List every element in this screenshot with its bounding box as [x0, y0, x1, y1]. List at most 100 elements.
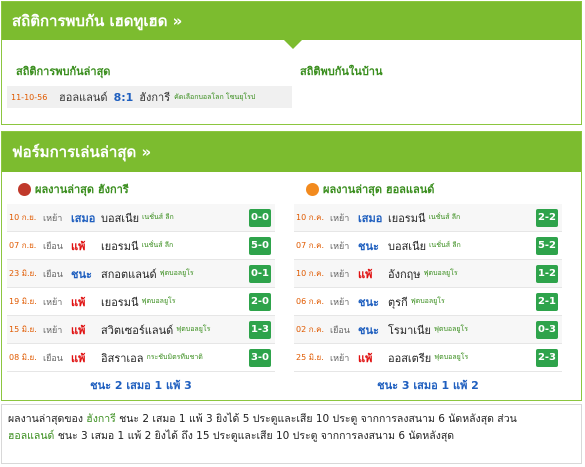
result-row[interactable]: 02 ก.ค. เยือน ชนะ โรมาเนีย ฟุตบอลยูโร 0-3	[294, 316, 562, 344]
result-label: ชนะ	[358, 295, 379, 309]
score-badge: 3-0	[249, 349, 271, 367]
result-row[interactable]: 10 ก.ย. เหย้า เสมอ บอสเนีย เนชั่นส์ ลีก 0-0	[7, 204, 275, 232]
note-team-link[interactable]: ฮอลแลนด์	[8, 430, 54, 442]
match-date: 15 มิ.ย.	[9, 325, 37, 334]
result-label: ชนะ	[71, 267, 92, 281]
note-text: ชนะ 2 เสมอ 1 แพ้ 3 ยิงได้ 5 ประตูและเสีย…	[115, 413, 517, 425]
league-name: ฟุตบอลยูโร	[159, 269, 194, 277]
result-label: แพ้	[71, 323, 86, 337]
venue: เหย้า	[43, 325, 63, 336]
match-score: 8:1	[113, 90, 134, 104]
away-team[interactable]: ฮังการี	[139, 88, 170, 106]
opponent-team[interactable]: เยอรมนี	[101, 237, 139, 255]
match-date: 08 มิ.ย.	[9, 353, 37, 362]
result-row[interactable]: 15 มิ.ย. เหย้า แพ้ สวิตเซอร์แลนด์ ฟุตบอลยูโร…	[7, 316, 275, 344]
venue: เหย้า	[330, 241, 350, 252]
score-badge: 0-0	[249, 209, 271, 227]
venue: เหย้า	[330, 269, 350, 280]
team-badge-icon	[18, 182, 31, 196]
result-row[interactable]: 23 มิ.ย. เยือน ชนะ สกอตแลนด์ ฟุตบอลยูโร 0-1	[7, 260, 275, 288]
latest-h2h-label[interactable]: สถิติการพบกันล่าสุด	[16, 62, 110, 80]
venue: เหย้า	[330, 297, 350, 308]
opponent-team[interactable]: อังกฤษ	[388, 265, 421, 283]
score-badge: 5-0	[249, 237, 271, 255]
home-h2h-label[interactable]: สถิติพบกันในบ้าน	[300, 62, 383, 80]
result-row[interactable]: 10 ก.ค. เหย้า เสมอ เยอรมนี เนชั่นส์ ลีก 2-2	[294, 204, 562, 232]
score-badge: 0-3	[536, 321, 558, 339]
league-name: ฟุตบอลยูโร	[141, 297, 176, 305]
result-label: เสมอ	[358, 211, 383, 225]
result-label: แพ้	[71, 351, 86, 365]
h2h-header[interactable]: สถิติการพบกัน เฮดทูเฮด »	[2, 2, 581, 49]
match-date: 07 ก.ค.	[296, 241, 325, 250]
match-date: 11-10-56	[11, 92, 48, 102]
venue: เยือน	[43, 353, 63, 364]
result-label: เสมอ	[71, 211, 96, 225]
score-badge: 1-2	[536, 265, 558, 283]
left-results-list: 10 ก.ย. เหย้า เสมอ บอสเนีย เนชั่นส์ ลีก 0-0 07…	[7, 204, 275, 372]
match-date: 19 มิ.ย.	[9, 297, 37, 306]
opponent-team[interactable]: สวิตเซอร์แลนด์	[101, 321, 173, 339]
opponent-team[interactable]: เยอรมนี	[101, 293, 139, 311]
result-row[interactable]: 06 ก.ค. เหย้า ชนะ ตุรกี ฟุตบอลยูโร 2-1	[294, 288, 562, 316]
result-label: ชนะ	[358, 323, 379, 337]
match-league: คัดเลือกบอลโลก โซนยุโรป	[174, 92, 256, 101]
result-row[interactable]: 08 มิ.ย. เยือน แพ้ อิสราเอล กระชับมิตรทีมชาต…	[7, 344, 275, 372]
venue: เยือน	[43, 269, 63, 280]
result-label: แพ้	[71, 239, 86, 253]
right-team-heading[interactable]: ผลงานล่าสุด ฮอลแลนด์	[306, 180, 434, 198]
match-date: 23 มิ.ย.	[9, 269, 37, 278]
score-badge: 5-2	[536, 237, 558, 255]
opponent-team[interactable]: บอสเนีย	[101, 209, 139, 227]
form-header[interactable]: ฟอร์มการเล่นล่าสุด »	[2, 132, 581, 172]
match-date: 02 ก.ค.	[296, 325, 325, 334]
opponent-team[interactable]: เยอรมนี	[388, 209, 426, 227]
venue: เหย้า	[330, 213, 350, 224]
opponent-team[interactable]: โรมาเนีย	[388, 321, 431, 339]
league-name: เนชั่นส์ ลีก	[142, 213, 174, 221]
result-row[interactable]: 07 ก.ค. เหย้า ชนะ บอสเนีย เนชั่นส์ ลีก 5-2	[294, 232, 562, 260]
venue: เหย้า	[43, 297, 63, 308]
header-pointer	[284, 40, 302, 49]
opponent-team[interactable]: ตุรกี	[388, 293, 408, 311]
result-row[interactable]: 07 ก.ย. เยือน แพ้ เยอรมนี เนชั่นส์ ลีก 5-0	[7, 232, 275, 260]
league-name: ฟุตบอลยูโร	[434, 353, 469, 361]
score-badge: 2-3	[536, 349, 558, 367]
score-badge: 2-0	[249, 293, 271, 311]
opponent-team[interactable]: บอสเนีย	[388, 237, 426, 255]
left-team-heading[interactable]: ผลงานล่าสุด ฮังการี	[18, 180, 129, 198]
opponent-team[interactable]: สกอตแลนด์	[101, 265, 157, 283]
form-panel: ฟอร์มการเล่นล่าสุด » ผลงานล่าสุด ฮังการี…	[1, 131, 582, 401]
opponent-team[interactable]: ออสเตรีย	[388, 349, 431, 367]
league-name: เนชั่นส์ ลีก	[429, 241, 461, 249]
score-badge: 2-2	[536, 209, 558, 227]
match-date: 25 มิ.ย.	[296, 353, 324, 362]
result-label: แพ้	[358, 351, 373, 365]
team-badge-icon	[306, 182, 319, 196]
note-team-link[interactable]: ฮังการี	[86, 413, 115, 425]
score-badge: 2-1	[536, 293, 558, 311]
league-name: ฟุตบอลยูโร	[176, 325, 211, 333]
h2h-panel: สถิติการพบกัน เฮดทูเฮด » สถิติการพบกันล่…	[1, 1, 582, 125]
result-row[interactable]: 19 มิ.ย. เหย้า แพ้ เยอรมนี ฟุตบอลยูโร 2-0	[7, 288, 275, 316]
venue: เยือน	[330, 325, 350, 336]
right-results-list: 10 ก.ค. เหย้า เสมอ เยอรมนีเนชั่นส์ ลีก 2-2 07…	[294, 204, 562, 372]
opponent-team[interactable]: อิสราเอล	[101, 349, 144, 367]
match-date: 07 ก.ย.	[9, 241, 37, 250]
league-name: กระชับมิตรทีมชาติ	[146, 353, 203, 361]
note-text: ผลงานล่าสุดของ	[8, 413, 87, 425]
league-name: ฟุตบอลยูโร	[410, 297, 445, 305]
result-row[interactable]: 10 ก.ค. เหย้า แพ้ อังกฤษ ฟุตบอลยูโร 1-2	[294, 260, 562, 288]
home-team[interactable]: ฮอลแลนด์	[59, 88, 108, 106]
right-summary: ชนะ 3 เสมอ 1 แพ้ 2	[377, 379, 479, 392]
venue: เยือน	[43, 241, 63, 252]
left-heading-text: ผลงานล่าสุด ฮังการี	[35, 183, 129, 196]
venue: เหย้า	[330, 353, 350, 364]
left-summary: ชนะ 2 เสมอ 1 แพ้ 3	[90, 379, 192, 392]
match-date: 10 ก.ย.	[9, 213, 37, 222]
score-badge: 1-3	[249, 321, 271, 339]
venue: เหย้า	[43, 213, 63, 224]
result-row[interactable]: 25 มิ.ย. เหย้า แพ้ ออสเตรีย ฟุตบอลยูโร 2-3	[294, 344, 562, 372]
match-date: 10 ก.ค.	[296, 269, 325, 278]
h2h-match-row[interactable]: 11-10-56 ฮอลแลนด์ 8:1 ฮังการี คัดเลือกบอ…	[7, 86, 292, 108]
